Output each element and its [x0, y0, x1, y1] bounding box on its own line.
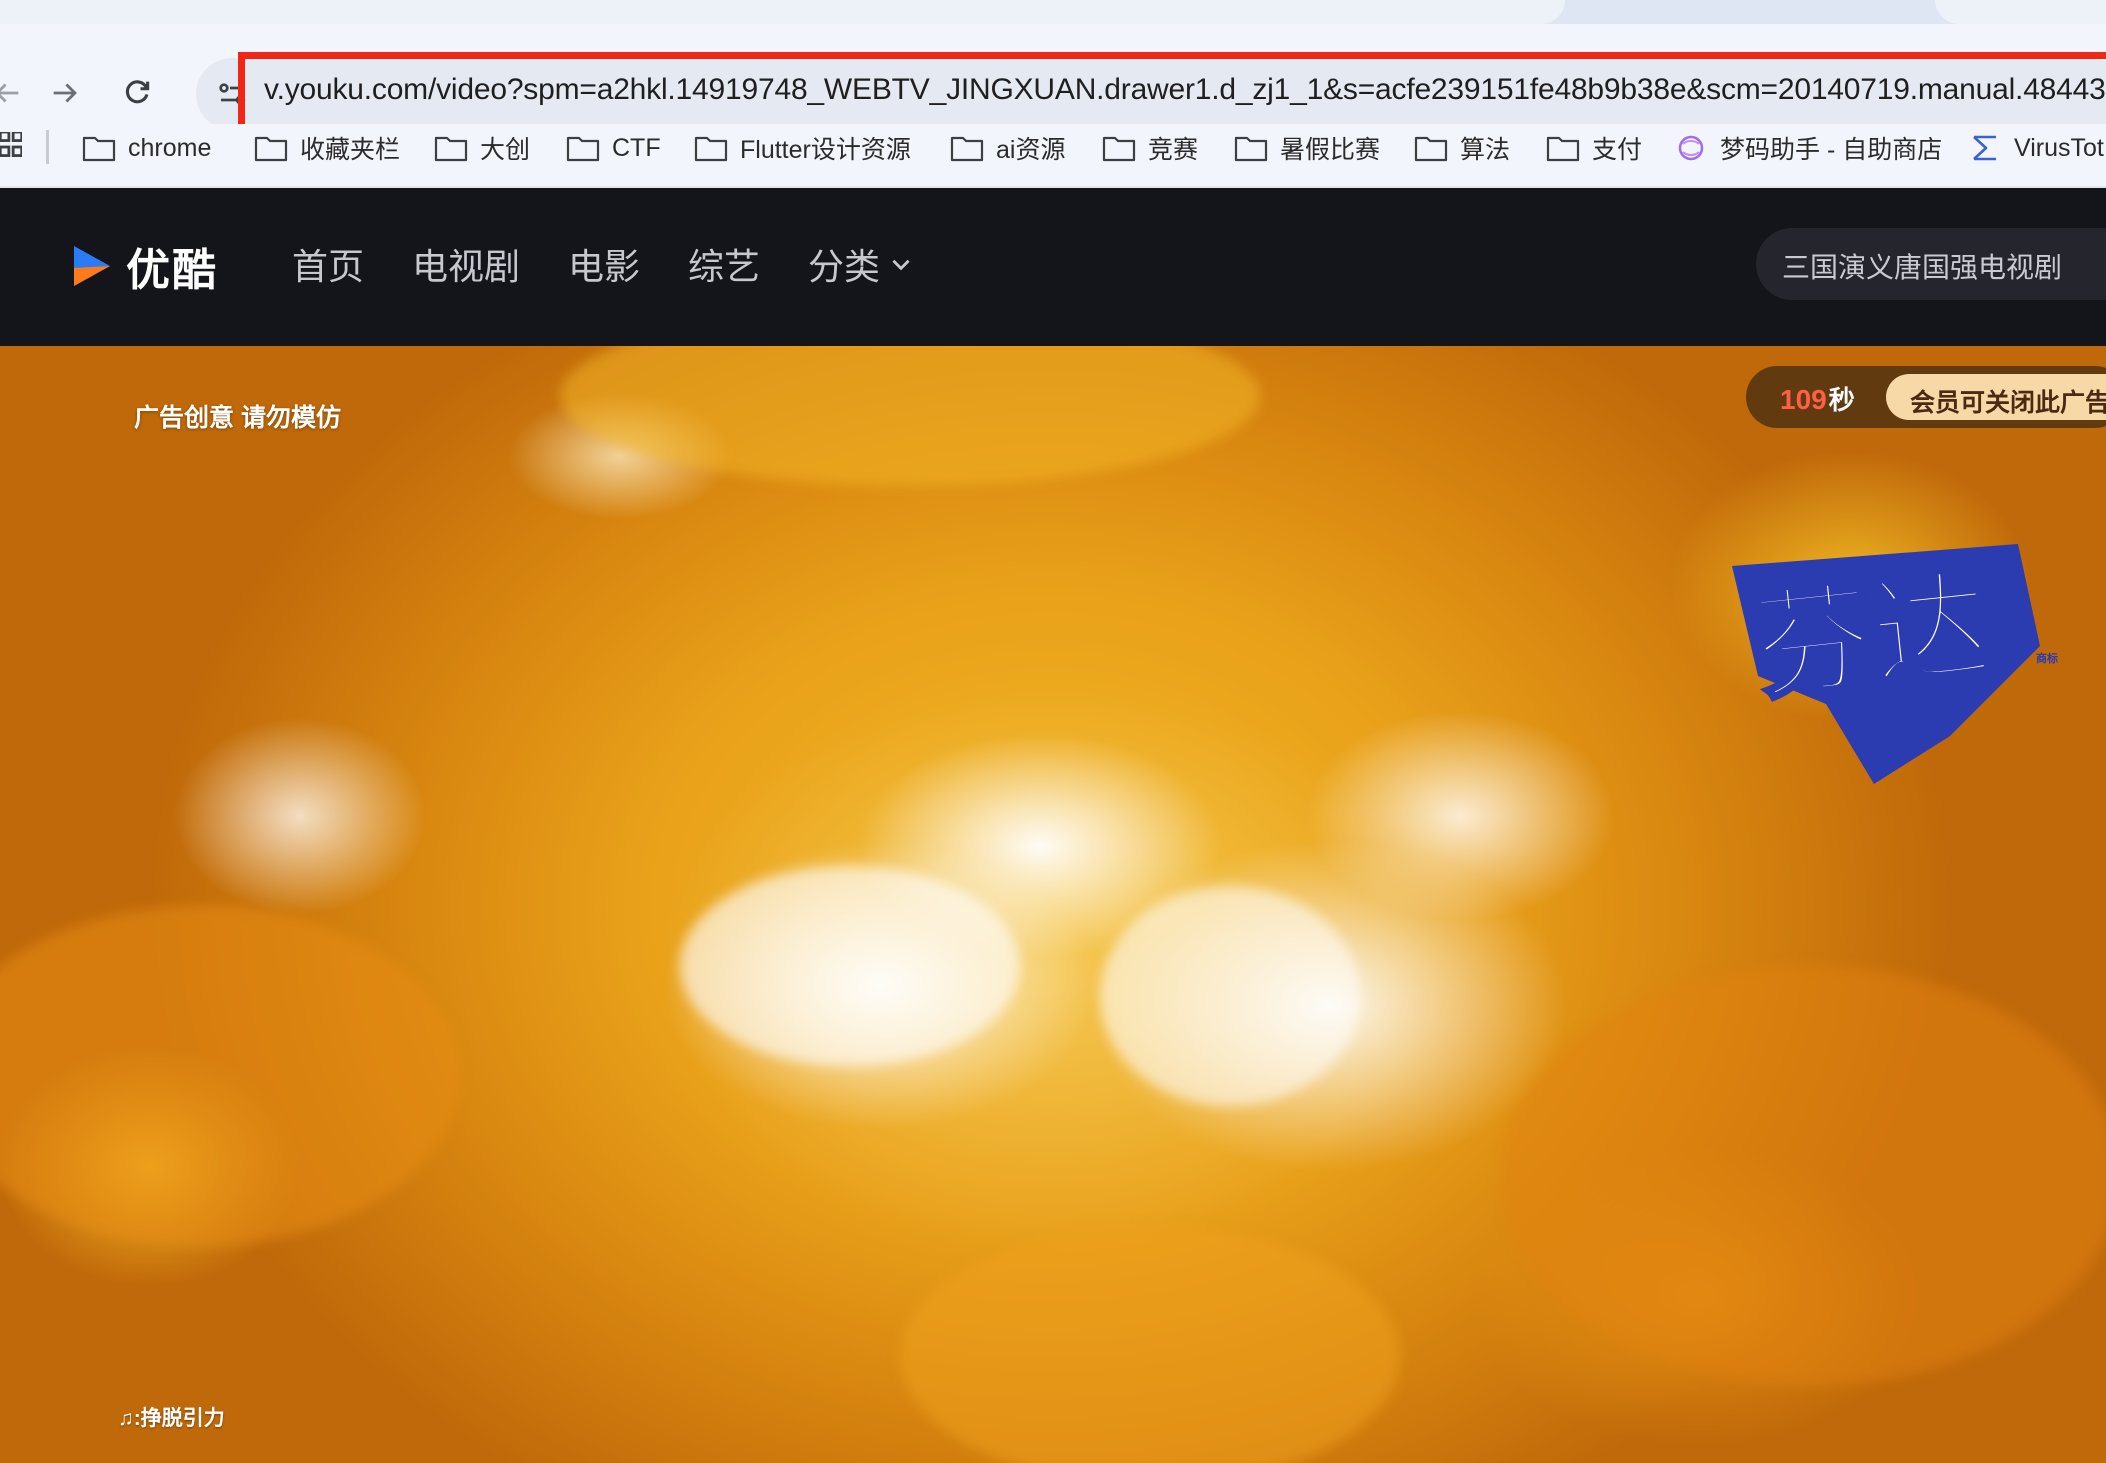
vip-close-ad-button[interactable]: 会员可关闭此广告 — [1886, 374, 2106, 420]
bookmark-label: Flutter设计资源 — [740, 136, 911, 164]
bookmark-label: 竞赛 — [1148, 136, 1199, 164]
ad-texture — [1100, 886, 1360, 1106]
bookmark-flutter[interactable]: Flutter设计资源 — [694, 128, 911, 168]
ad-music-credit: ♫:挣脱引力 — [118, 1407, 225, 1430]
bookmark-label: ai资源 — [996, 136, 1066, 164]
bookmark-summer-contest[interactable]: 暑假比赛 — [1234, 128, 1380, 168]
folder-icon — [566, 136, 600, 162]
bookmark-label: 梦码助手 - 自助商店 — [1720, 136, 1943, 164]
nav-category-label: 分类 — [808, 246, 881, 287]
bookmark-favorites-bar[interactable]: 收藏夹栏 — [254, 128, 400, 168]
bookmark-label: 算法 — [1460, 136, 1511, 164]
folder-icon — [1414, 136, 1448, 162]
ad-texture — [680, 866, 1020, 1066]
chevron-down-icon — [892, 259, 910, 271]
bookmark-label: 收藏夹栏 — [300, 136, 401, 164]
bookmarks-divider — [46, 130, 49, 164]
folder-icon — [254, 136, 288, 162]
nav-tv-series[interactable]: 电视剧 — [412, 238, 520, 290]
folder-icon — [434, 136, 468, 162]
video-player-ad[interactable]: 广告创意 请勿模仿 109秒 会员可关闭此广告 芬达 商标 ♫:挣脱引力 — [0, 346, 2106, 1463]
tab-strip — [0, 0, 2106, 24]
ad-countdown: 109秒 — [1780, 380, 1855, 417]
ad-notice-text: 广告创意 请勿模仿 — [134, 404, 341, 432]
folder-icon — [1234, 136, 1268, 162]
site-favicon-icon — [1678, 135, 1704, 161]
youku-header: 优酷 首页 电视剧 电影 综艺 分类 三国演义唐国强电视剧 — [0, 188, 2106, 346]
virustotal-icon — [1973, 135, 1996, 161]
bookmark-virustotal[interactable]: VirusTot — [1968, 128, 2104, 168]
folder-icon — [82, 136, 116, 162]
bookmark-algorithm[interactable]: 算法 — [1414, 128, 1510, 168]
bookmark-label: CTF — [612, 133, 661, 162]
nav-home[interactable]: 首页 — [292, 238, 364, 290]
fanta-logo-text: 芬达 — [1747, 555, 1996, 717]
nav-movies[interactable]: 电影 — [568, 238, 640, 290]
ad-texture — [1500, 966, 2106, 1386]
nav-category-dropdown[interactable]: 分类 — [808, 238, 914, 290]
bookmark-label: 支付 — [1592, 136, 1643, 164]
vip-close-ad-label: 会员可关闭此广告 — [1910, 389, 2106, 417]
bookmark-label: VirusTot — [2014, 133, 2104, 162]
fanta-trademark: 商标 — [2036, 651, 2058, 665]
ad-texture — [560, 346, 1260, 486]
ad-texture — [0, 906, 460, 1246]
reload-icon[interactable] — [112, 68, 162, 118]
back-icon[interactable] — [0, 68, 32, 118]
folder-icon — [1546, 136, 1580, 162]
youku-logo[interactable]: 优酷 — [70, 236, 218, 296]
bookmark-dachuang[interactable]: 大创 — [434, 128, 530, 168]
bookmark-label: chrome — [128, 133, 212, 162]
nav-variety[interactable]: 综艺 — [688, 238, 760, 290]
folder-icon — [1102, 136, 1136, 162]
bookmark-label: 暑假比赛 — [1280, 136, 1381, 164]
ad-countdown-bar: 109秒 会员可关闭此广告 — [1746, 366, 2106, 428]
forward-icon[interactable] — [40, 68, 90, 118]
ad-countdown-unit: 秒 — [1828, 385, 1855, 415]
youku-play-logo-icon — [74, 246, 110, 286]
bookmark-payment[interactable]: 支付 — [1546, 128, 1642, 168]
ad-texture — [900, 1226, 1400, 1463]
apps-grid-icon[interactable] — [0, 132, 22, 162]
bookmark-competition[interactable]: 竞赛 — [1102, 128, 1198, 168]
new-tab-area[interactable] — [1935, 0, 2106, 24]
search-placeholder: 三国演义唐国强电视剧 — [1782, 252, 2063, 283]
bookmark-ai[interactable]: ai资源 — [950, 128, 1065, 168]
youku-logo-text: 优酷 — [126, 245, 218, 296]
bookmark-mengma[interactable]: 梦码助手 - 自助商店 — [1674, 128, 1942, 168]
folder-icon — [950, 136, 984, 162]
bookmark-label: 大创 — [480, 136, 531, 164]
browser-toolbar: v.youku.com/video?spm=a2hkl.14919748_WEB… — [0, 24, 2106, 148]
active-tab[interactable] — [0, 0, 1565, 24]
ad-countdown-number: 109 — [1780, 384, 1827, 415]
bookmark-chrome[interactable]: chrome — [82, 128, 211, 168]
bookmark-ctf[interactable]: CTF — [566, 128, 661, 168]
search-input[interactable]: 三国演义唐国强电视剧 — [1756, 228, 2106, 300]
fanta-logo: 芬达 商标 — [1732, 544, 2058, 784]
folder-icon — [694, 136, 728, 162]
